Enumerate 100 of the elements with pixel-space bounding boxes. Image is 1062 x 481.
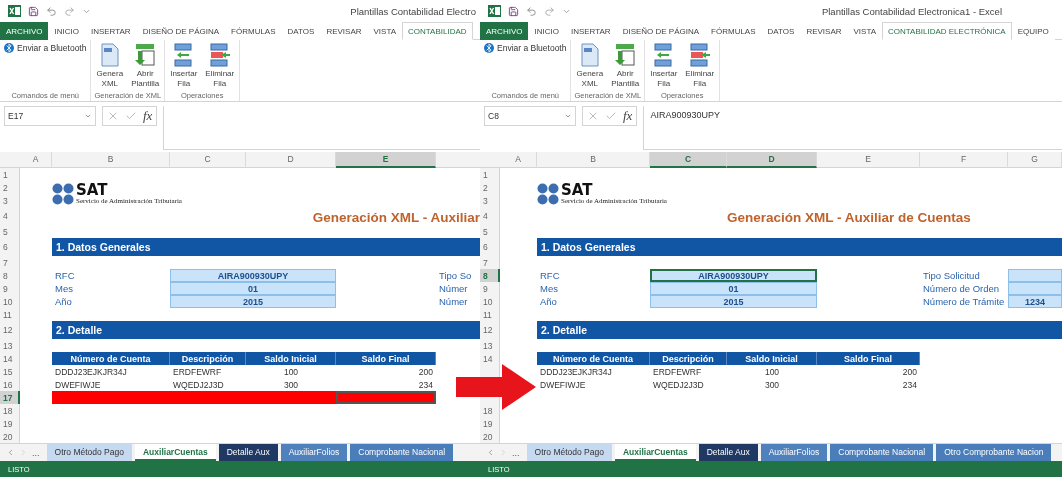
row-header[interactable]: 1: [480, 168, 500, 181]
column-header[interactable]: A: [20, 152, 52, 168]
row-header[interactable]: 7: [480, 256, 500, 269]
field-value-cell[interactable]: 2015: [170, 295, 336, 308]
next-sheet-icon[interactable]: [19, 448, 28, 457]
sheet-tab[interactable]: Otro Comprobante Nacion: [936, 444, 1052, 461]
redo-icon[interactable]: [544, 5, 555, 17]
column-header[interactable]: D: [727, 152, 817, 168]
row-header[interactable]: 6: [0, 238, 20, 256]
sheet-tab[interactable]: AuxiliarFolios: [760, 444, 828, 461]
row-header[interactable]: 13: [480, 339, 500, 352]
more-sheets-button[interactable]: ...: [32, 447, 40, 458]
cancel-icon[interactable]: [587, 110, 599, 122]
save-icon[interactable]: [508, 5, 519, 17]
row-header[interactable]: 18: [480, 404, 500, 417]
row-header[interactable]: 12: [480, 321, 500, 339]
row-header[interactable]: 20: [480, 430, 500, 443]
undo-icon[interactable]: [46, 5, 57, 17]
row-header[interactable]: 2: [0, 181, 20, 194]
dropdown-icon[interactable]: [84, 112, 92, 120]
field-value-cell[interactable]: 01: [650, 282, 817, 295]
insert-function-button[interactable]: fx: [623, 108, 633, 124]
sheet-tab[interactable]: AuxiliarCuentas: [135, 444, 216, 461]
ribbon-button[interactable]: Eliminar Fila: [203, 42, 237, 90]
row-header[interactable]: 11: [480, 308, 500, 321]
file-menu-tab[interactable]: ARCHIVO: [0, 22, 49, 40]
row-header[interactable]: 10: [0, 295, 20, 308]
row-header[interactable]: 8: [0, 269, 20, 282]
field-value-cell[interactable]: [1008, 282, 1062, 295]
ribbon-button[interactable]: Genera XML: [574, 42, 606, 90]
undo-icon[interactable]: [526, 5, 537, 17]
row-header[interactable]: 19: [480, 417, 500, 430]
cancel-icon[interactable]: [107, 110, 119, 122]
field-value-cell[interactable]: AIRA900930UPY: [170, 269, 336, 282]
ribbon-button[interactable]: Abrir Plantilla: [609, 42, 642, 90]
row-header[interactable]: 5: [480, 225, 500, 238]
sheet-tab[interactable]: AuxiliarCuentas: [615, 444, 696, 461]
previous-sheet-icon[interactable]: [6, 448, 15, 457]
column-header[interactable]: C: [170, 152, 246, 168]
file-menu-tab[interactable]: ARCHIVO: [480, 22, 529, 40]
row-header[interactable]: 19: [0, 417, 20, 430]
column-header[interactable]: G: [1008, 152, 1062, 168]
more-sheets-button[interactable]: ...: [512, 447, 520, 458]
field-value-cell[interactable]: 01: [170, 282, 336, 295]
ribbon-button[interactable]: Insertar Fila: [168, 42, 200, 90]
ribbon-button[interactable]: Genera XML: [94, 42, 126, 90]
dropdown-icon[interactable]: [564, 112, 572, 120]
ribbon-tab[interactable]: CONTABILIDAD ELECTRÓNICA: [882, 22, 1012, 40]
field-value-cell[interactable]: 2015: [650, 295, 817, 308]
column-header[interactable]: B: [52, 152, 170, 168]
row-header[interactable]: 3: [480, 194, 500, 207]
row-header[interactable]: 16: [0, 378, 20, 391]
row-header[interactable]: 6: [480, 238, 500, 256]
row-header[interactable]: 13: [0, 339, 20, 352]
row-header[interactable]: 4: [0, 207, 20, 225]
row-header[interactable]: 8: [480, 269, 500, 282]
row-header[interactable]: 9: [0, 282, 20, 295]
column-header[interactable]: A: [500, 152, 537, 168]
row-header[interactable]: 12: [0, 321, 20, 339]
next-sheet-icon[interactable]: [499, 448, 508, 457]
ribbon-button[interactable]: Eliminar Fila: [683, 42, 717, 90]
save-icon[interactable]: [28, 5, 39, 17]
bluetooth-send-button[interactable]: Enviar a Bluetooth: [3, 42, 88, 54]
formula-field[interactable]: AIRA900930UPY: [643, 106, 1062, 150]
redo-icon[interactable]: [64, 5, 75, 17]
row-header[interactable]: 18: [0, 404, 20, 417]
sheet-tab[interactable]: Otro Método Pago: [46, 444, 132, 461]
name-box[interactable]: E17: [4, 106, 96, 126]
row-header[interactable]: 14: [480, 352, 500, 365]
sheet-tab[interactable]: Detalle Aux: [218, 444, 278, 461]
name-box[interactable]: C8: [484, 106, 576, 126]
row-header[interactable]: 14: [0, 352, 20, 365]
ribbon-button[interactable]: Insertar Fila: [648, 42, 680, 90]
bluetooth-send-button[interactable]: Enviar a Bluetooth: [483, 42, 568, 54]
row-header[interactable]: 4: [480, 207, 500, 225]
selected-cell[interactable]: [336, 391, 436, 404]
field-value-cell[interactable]: AIRA900930UPY: [650, 269, 817, 282]
sheet-tab[interactable]: Otro Método Pago: [526, 444, 612, 461]
row-header[interactable]: 20: [0, 430, 20, 443]
confirm-icon[interactable]: [125, 110, 137, 122]
previous-sheet-icon[interactable]: [486, 448, 495, 457]
row-header[interactable]: 7: [0, 256, 20, 269]
column-header[interactable]: C: [650, 152, 727, 168]
ribbon-button[interactable]: Abrir Plantilla: [129, 42, 162, 90]
ribbon-tab[interactable]: CONTABILIDAD: [402, 22, 473, 40]
insert-function-button[interactable]: fx: [143, 108, 153, 124]
row-header[interactable]: 11: [0, 308, 20, 321]
sheet-tab[interactable]: AuxiliarFolios: [280, 444, 348, 461]
field-value-cell[interactable]: 1234: [1008, 295, 1062, 308]
row-header[interactable]: 2: [480, 181, 500, 194]
row-header[interactable]: 15: [0, 365, 20, 378]
column-header[interactable]: E: [817, 152, 920, 168]
row-header[interactable]: 3: [0, 194, 20, 207]
confirm-icon[interactable]: [605, 110, 617, 122]
sheet-tab[interactable]: Comprobante Nacional: [830, 444, 934, 461]
row-header[interactable]: 17: [0, 391, 20, 404]
field-value-cell[interactable]: [1008, 269, 1062, 282]
row-header[interactable]: 5: [0, 225, 20, 238]
row-header[interactable]: 9: [480, 282, 500, 295]
row-header[interactable]: 1: [0, 168, 20, 181]
